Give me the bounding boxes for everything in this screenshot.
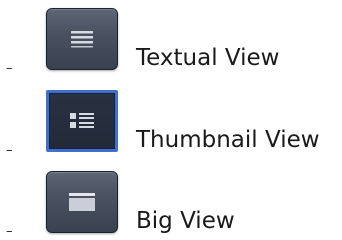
thumbnail-list-icon — [70, 113, 94, 128]
big-view-button[interactable] — [46, 171, 118, 233]
textual-view-label: Textual View — [136, 45, 280, 71]
big-view-label: Big View — [136, 208, 235, 234]
bullet: – — [6, 224, 13, 239]
view-option-big: – Big View — [0, 163, 342, 239]
textual-view-button[interactable] — [46, 8, 118, 70]
thumbnail-view-label: Thumbnail View — [136, 127, 320, 153]
view-option-thumbnail: – Thumbnail View — [0, 82, 342, 158]
list-lines-icon — [71, 31, 93, 48]
view-option-textual: – Textual View — [0, 0, 342, 76]
bullet: – — [6, 143, 13, 158]
thumbnail-view-button[interactable] — [46, 90, 118, 152]
bullet: – — [6, 61, 13, 76]
big-panel-icon — [69, 193, 95, 211]
